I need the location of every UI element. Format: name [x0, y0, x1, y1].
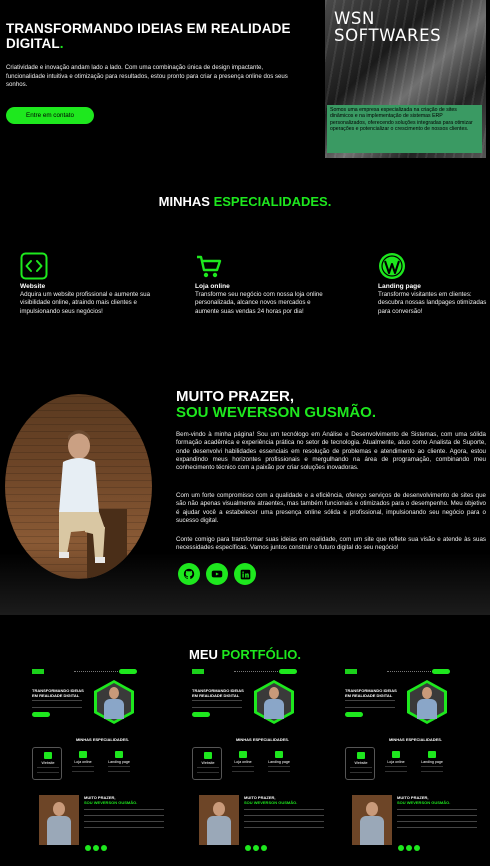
cart-icon: [197, 255, 222, 278]
specialty-name: Landing page: [378, 283, 421, 290]
specialty-desc: Transforme seu negócio com nossa loja on…: [195, 291, 323, 315]
specialty-card-online-store: Loja online Transforme seu negócio com n…: [195, 252, 325, 316]
about-name-heading: SOU WEVERSON GUSMÃO.: [176, 404, 377, 421]
linkedin-link[interactable]: [234, 563, 256, 585]
portfolio-thumbnail[interactable]: TRANSFORMANDO IDEIAS EM REALIDADE DIGITA…: [29, 665, 176, 855]
code-icon: [20, 252, 48, 280]
specialty-card-landing-page: Landing page Transforme visitantes em cl…: [378, 252, 488, 316]
specialty-desc: Adquira um website profissional e aument…: [20, 291, 151, 315]
specialty-desc: Transforme visitantes em clientes: descu…: [378, 291, 487, 315]
github-link[interactable]: [178, 563, 200, 585]
specialty-name: Loja online: [195, 283, 230, 290]
about-heading: MUITO PRAZER,: [176, 388, 295, 405]
specialties-title: MINHAS ESPECIALIDADES.: [158, 194, 332, 209]
hero-text: Criatividade e inovação andam lado a lad…: [6, 64, 288, 89]
brand-description: Somos uma empresa especializada na criaç…: [327, 105, 482, 153]
wordpress-icon: [379, 253, 405, 279]
brand-card: WSN SOFTWARES Somos uma empresa especial…: [325, 0, 486, 158]
portfolio-thumbnail[interactable]: TRANSFORMANDO IDEIAS EM REALIDADE DIGITA…: [189, 665, 336, 855]
contact-button[interactable]: Entre em contato: [6, 107, 94, 124]
hero-title: TRANSFORMANDO IDEIAS EM REALIDADE DIGITA…: [6, 21, 291, 51]
hero-section: TRANSFORMANDO IDEIAS EM REALIDADE DIGITA…: [0, 0, 490, 165]
profile-photo: [5, 394, 152, 579]
linkedin-icon: [240, 569, 250, 579]
github-icon: [183, 568, 195, 579]
about-paragraph-1: Bem-vindo à minha página! Sou um tecnólo…: [176, 431, 486, 472]
portfolio-section: MEU PORTFÓLIO. TRANSFORMANDO IDEIAS EM R…: [0, 615, 490, 866]
about-paragraph-2: Com um forte compromisso com a qualidade…: [176, 492, 486, 524]
portfolio-thumbnail[interactable]: TRANSFORMANDO IDEIAS EM REALIDADE DIGITA…: [342, 665, 489, 855]
specialty-name: Website: [20, 283, 46, 290]
brand-logo: WSN SOFTWARES: [334, 9, 442, 45]
youtube-link[interactable]: [206, 563, 228, 585]
about-paragraph-3: Conte comigo para transformar suas ideia…: [176, 536, 486, 552]
about-section: MUITO PRAZER, SOU WEVERSON GUSMÃO. Bem-v…: [0, 365, 490, 615]
specialty-card-website: Website Adquira um website profissional …: [20, 252, 150, 316]
youtube-icon: [211, 570, 223, 578]
portfolio-title: MEU PORTFÓLIO.: [189, 647, 301, 662]
